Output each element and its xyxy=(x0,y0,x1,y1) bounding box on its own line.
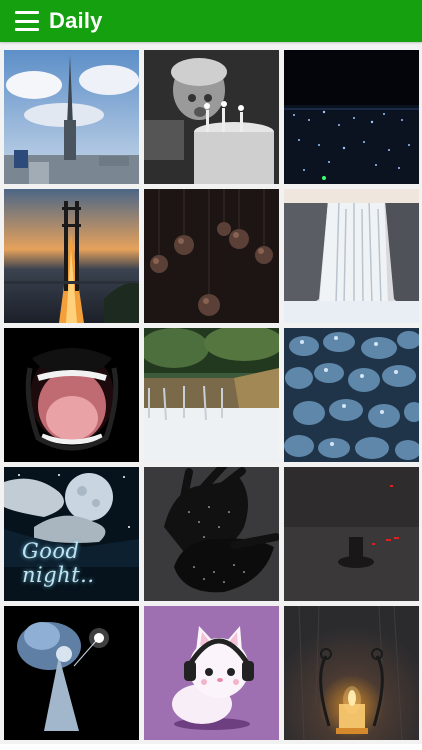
image-tile-hands[interactable] xyxy=(144,467,279,601)
image-tile-bulbs[interactable] xyxy=(144,189,279,323)
image-tile-candle[interactable] xyxy=(284,606,419,740)
image-grid: Good night.. xyxy=(4,50,419,740)
hamburger-menu-icon[interactable] xyxy=(15,11,39,31)
image-tile-city-night[interactable] xyxy=(284,50,419,184)
image-tile-mouth[interactable] xyxy=(4,328,139,462)
image-tile-fairy[interactable] xyxy=(4,606,139,740)
app-bar: Daily xyxy=(0,0,422,42)
page-title: Daily xyxy=(49,8,103,33)
image-tile-cat[interactable] xyxy=(144,606,279,740)
image-tile-bridge[interactable] xyxy=(4,189,139,323)
good-night-caption: Good night.. xyxy=(22,539,95,587)
bottom-strip xyxy=(0,744,422,750)
image-tile-waterfall[interactable] xyxy=(284,189,419,323)
image-tile-stones[interactable] xyxy=(284,328,419,462)
image-tile-good-night[interactable]: Good night.. xyxy=(4,467,139,601)
image-tile-rapids[interactable] xyxy=(144,328,279,462)
image-tile-dark-scene[interactable] xyxy=(284,467,419,601)
image-tile-skyscraper[interactable] xyxy=(4,50,139,184)
image-tile-birthday[interactable] xyxy=(144,50,279,184)
